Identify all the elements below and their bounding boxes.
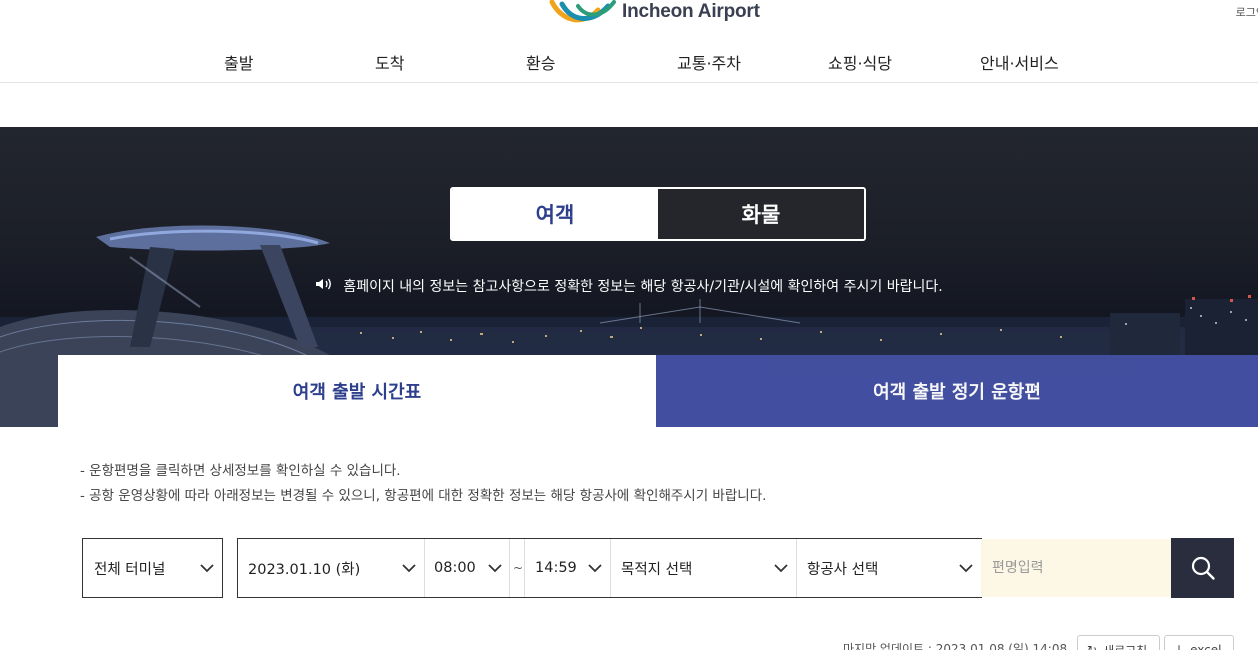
nav-transport-parking[interactable]: 교통·주차: [677, 50, 741, 74]
chevron-down-icon: [200, 561, 214, 577]
hero-banner: 여객 화물 홈페이지 내의 정보는 참고사항으로 정확한 정보는 해당 항공사/…: [0, 127, 1258, 427]
destination-select-value: 목적지 선택: [621, 561, 693, 578]
time-range-separator: ~: [513, 561, 524, 575]
divider: [509, 539, 510, 597]
refresh-icon: ↻: [1087, 643, 1098, 650]
tab-cargo[interactable]: 화물: [658, 189, 864, 239]
chevron-down-icon: [488, 561, 502, 577]
divider: [424, 539, 425, 597]
date-select[interactable]: 2023.01.10 (화): [248, 539, 424, 597]
speaker-icon: [315, 277, 333, 295]
divider: [610, 539, 611, 597]
terminal-select[interactable]: 전체 터미널: [94, 539, 222, 597]
chevron-down-icon: [959, 561, 973, 577]
divider: [796, 539, 797, 597]
nav-arrival[interactable]: 도착: [375, 50, 404, 74]
time-from-value: 08:00: [434, 560, 476, 576]
logo-swirl-icon: [549, 0, 616, 23]
brand-name: Incheon Airport: [622, 1, 760, 22]
refresh-label: 새로고침: [1103, 642, 1147, 650]
airline-select[interactable]: 항공사 선택: [807, 539, 981, 597]
divider: [524, 539, 525, 597]
terminal-select-value: 전체 터미널: [94, 561, 166, 578]
destination-select[interactable]: 목적지 선택: [621, 539, 796, 597]
passenger-cargo-toggle: 여객 화물: [450, 187, 866, 241]
nav-shopping-dining[interactable]: 쇼핑·식당: [828, 50, 892, 74]
login-link[interactable]: 로그인: [1236, 4, 1258, 20]
excel-download-button[interactable]: ↓ excel: [1164, 635, 1234, 650]
tab-regular-flights[interactable]: 여객 출발 정기 운항편: [656, 355, 1258, 427]
notice-text: 홈페이지 내의 정보는 참고사항으로 정확한 정보는 해당 항공사/기관/시설에…: [343, 279, 943, 295]
flight-number-input[interactable]: [981, 539, 1172, 597]
flight-filter-group: 2023.01.10 (화) 08:00 ~ 14:59 목적지 선택 항공사 …: [237, 538, 982, 598]
chevron-down-icon: [774, 561, 788, 577]
search-icon: [1191, 556, 1215, 580]
info-line: - 운항편명을 클릭하면 상세정보를 확인하실 수 있습니다.: [80, 463, 401, 479]
date-select-value: 2023.01.10 (화): [248, 561, 361, 578]
info-notes: - 운항편명을 클릭하면 상세정보를 확인하실 수 있습니다. - 공항 운영상…: [80, 459, 766, 509]
time-from-select[interactable]: 08:00: [434, 539, 510, 597]
refresh-button[interactable]: ↻ 새로고침: [1077, 635, 1160, 650]
chevron-down-icon: [402, 561, 416, 577]
excel-label: excel: [1190, 643, 1222, 650]
tab-passenger[interactable]: 여객: [452, 189, 658, 239]
terminal-select-box: 전체 터미널: [82, 538, 223, 598]
search-button[interactable]: [1171, 538, 1234, 598]
main-navigation: 출발 도착 환승 교통·주차 쇼핑·식당 안내·서비스: [0, 50, 1258, 76]
nav-transfer[interactable]: 환승: [526, 50, 555, 74]
download-icon: ↓: [1174, 643, 1185, 650]
time-to-value: 14:59: [535, 560, 577, 576]
site-header: Incheon Airport 로그인 출발 도착 환승 교통·주차 쇼핑·식당…: [0, 0, 1258, 83]
tab-departure-timetable[interactable]: 여객 출발 시간표: [58, 355, 656, 427]
nav-departure[interactable]: 출발: [224, 50, 253, 74]
time-to-select[interactable]: 14:59: [535, 539, 610, 597]
incheon-airport-logo[interactable]: Incheon Airport: [548, 0, 768, 28]
last-update-text: 마지막 업데이트 : 2023.01.08 (일) 14:08: [843, 642, 1068, 650]
departure-sub-tabs: 여객 출발 시간표 여객 출발 정기 운항편: [58, 355, 1258, 427]
info-line: - 공항 운영상황에 따라 아래정보는 변경될 수 있으니, 항공편에 대한 정…: [80, 488, 767, 504]
chevron-down-icon: [588, 561, 602, 577]
airline-select-value: 항공사 선택: [807, 561, 879, 578]
nav-info-service[interactable]: 안내·서비스: [980, 50, 1059, 74]
hero-notice: 홈페이지 내의 정보는 참고사항으로 정확한 정보는 해당 항공사/기관/시설에…: [0, 276, 1258, 296]
